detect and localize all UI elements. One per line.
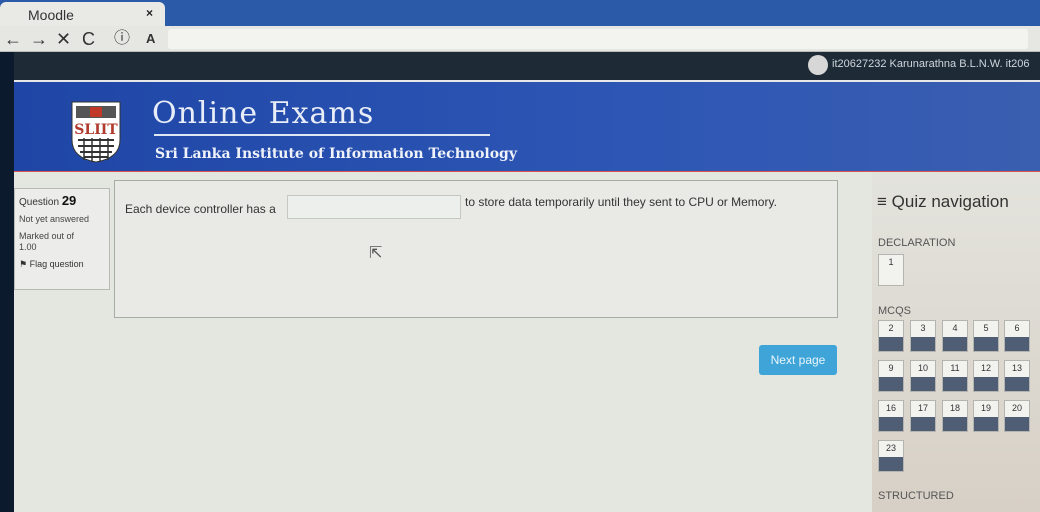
browser-tab[interactable]: Moodle × xyxy=(0,2,165,26)
quiz-nav-cell[interactable]: 17 xyxy=(910,400,936,432)
quiz-nav-cell[interactable]: 1 xyxy=(878,254,904,286)
question-text-after: to store data temporarily until they sen… xyxy=(465,195,777,209)
quiz-nav-cell[interactable]: 3 xyxy=(910,320,936,352)
question-number: 29 xyxy=(61,193,77,208)
quiz-nav-cell[interactable]: 13 xyxy=(1004,360,1030,392)
user-name[interactable]: it20627232 Karunarathna B.L.N.W. it206 xyxy=(832,58,1030,70)
question-content: Each device controller has a to store da… xyxy=(114,180,838,318)
reload-icon[interactable]: C xyxy=(82,28,95,50)
reader-icon[interactable]: A xyxy=(146,28,155,50)
browser-toolbar: ← → ✕ C ⓘ A xyxy=(0,26,1040,52)
question-label: Question xyxy=(19,197,60,208)
moodle-top-nav: it20627232 Karunarathna B.L.N.W. it206 xyxy=(14,52,1040,80)
banner-rule xyxy=(154,134,490,136)
flag-icon[interactable]: ⚑ xyxy=(19,259,27,269)
quiz-nav-cell[interactable]: 5 xyxy=(973,320,999,352)
question-text-before: Each device controller has a xyxy=(125,202,276,216)
flag-question[interactable]: ⚑ Flag question xyxy=(19,259,105,270)
quiz-nav-cell[interactable]: 6 xyxy=(1004,320,1030,352)
site-info-icon[interactable]: ⓘ xyxy=(114,28,130,50)
address-bar[interactable] xyxy=(168,29,1028,49)
header-banner: SLIIT Online Exams Sri Lanka Institute o… xyxy=(14,80,1040,174)
question-number-line: Question 29 xyxy=(19,193,105,208)
quiz-nav-cell[interactable]: 2 xyxy=(878,320,904,352)
flag-question-label[interactable]: Flag question xyxy=(30,259,84,269)
section-label-structured: STRUCTURED xyxy=(878,490,954,502)
quiz-nav-cell[interactable]: 12 xyxy=(973,360,999,392)
question-state: Not yet answered xyxy=(19,214,90,224)
quiz-nav-cell[interactable]: 19 xyxy=(973,400,999,432)
marked-out-of-label: Marked out of xyxy=(19,231,75,241)
quiz-navigation-panel: ≡ Quiz navigation DECLARATION 1 MCQS 2 3… xyxy=(872,172,1040,512)
browser-tab-bar: Moodle × xyxy=(0,0,1040,26)
question-info: Question 29 Not yet answered Marked out … xyxy=(14,188,110,290)
sliit-logo: SLIIT xyxy=(71,101,121,163)
quiz-nav-cell[interactable]: 11 xyxy=(942,360,968,392)
quiz-navigation-title: ≡ Quiz navigation xyxy=(877,192,1009,211)
forward-icon[interactable]: → xyxy=(30,28,48,50)
question-marks: 1.00 xyxy=(19,242,37,252)
banner-title: Online Exams xyxy=(152,96,375,131)
quiz-page: Question 29 Not yet answered Marked out … xyxy=(14,172,1040,512)
quiz-nav-cell[interactable]: 20 xyxy=(1004,400,1030,432)
close-tab-icon[interactable]: × xyxy=(146,6,153,20)
next-page-button[interactable]: Next page xyxy=(759,345,837,375)
answer-blank-input[interactable] xyxy=(287,195,461,219)
stop-icon[interactable]: ✕ xyxy=(56,28,71,50)
quiz-nav-cell[interactable]: 10 xyxy=(910,360,936,392)
logo-text: SLIIT xyxy=(74,122,118,138)
section-label-mcqs: MCQS xyxy=(878,305,911,317)
quiz-nav-cell[interactable]: 18 xyxy=(942,400,968,432)
quiz-nav-cell[interactable]: 23 xyxy=(878,440,904,472)
quiz-nav-cell[interactable]: 9 xyxy=(878,360,904,392)
quiz-nav-cell[interactable]: 4 xyxy=(942,320,968,352)
back-icon[interactable]: ← xyxy=(4,28,22,50)
banner-subtitle: Sri Lanka Institute of Information Techn… xyxy=(155,146,517,162)
mouse-cursor-icon: ⇱ xyxy=(369,245,383,262)
quiz-nav-cell[interactable]: 16 xyxy=(878,400,904,432)
tab-title: Moodle xyxy=(28,7,74,23)
user-avatar[interactable] xyxy=(808,55,828,75)
section-label-declaration: DECLARATION xyxy=(878,237,956,249)
